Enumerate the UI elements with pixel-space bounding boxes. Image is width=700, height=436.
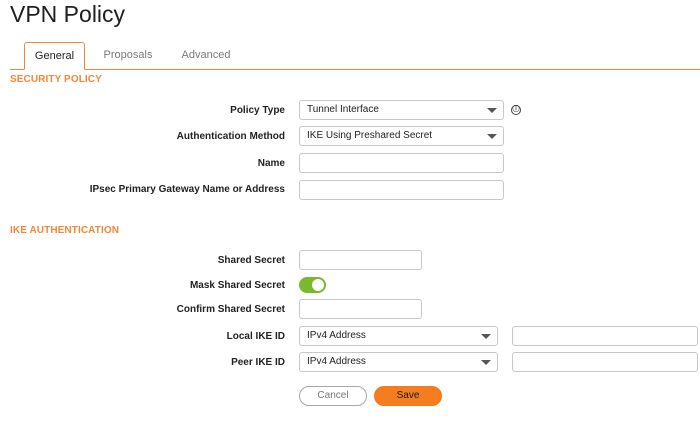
gateway-input[interactable] — [299, 180, 504, 200]
peer-ike-id-type-value: IPv4 Address — [307, 356, 366, 367]
tab-advanced[interactable]: Advanced — [176, 42, 236, 70]
auth-method-select[interactable]: IKE Using Preshared Secret — [299, 126, 504, 146]
tab-bar: General Proposals Advanced — [0, 42, 700, 70]
local-ike-id-type-value: IPv4 Address — [307, 330, 366, 341]
policy-type-select[interactable]: Tunnel Interface — [299, 100, 504, 120]
save-button[interactable]: Save — [374, 386, 442, 406]
local-ike-id-label: Local IKE ID — [226, 331, 285, 342]
confirm-secret-input[interactable] — [299, 299, 422, 319]
gateway-label: IPsec Primary Gateway Name or Address — [89, 184, 285, 195]
chevron-down-icon — [487, 108, 497, 113]
toggle-knob — [312, 279, 324, 291]
peer-ike-id-input[interactable] — [512, 352, 698, 372]
chevron-down-icon — [481, 334, 491, 339]
section-ike-authentication: IKE AUTHENTICATION — [10, 225, 120, 236]
shared-secret-label: Shared Secret — [217, 255, 285, 266]
local-ike-id-type-select[interactable]: IPv4 Address — [299, 326, 498, 346]
tab-general[interactable]: General — [24, 42, 85, 70]
shared-secret-input[interactable] — [299, 250, 422, 270]
tab-proposals[interactable]: Proposals — [98, 42, 158, 70]
info-icon[interactable]: ⓘ — [511, 105, 521, 115]
policy-type-value: Tunnel Interface — [307, 104, 379, 115]
mask-shared-secret-toggle[interactable] — [299, 277, 326, 293]
mask-shared-secret-label: Mask Shared Secret — [189, 280, 285, 291]
name-input[interactable] — [299, 153, 504, 173]
local-ike-id-input[interactable] — [512, 326, 698, 346]
peer-ike-id-type-select[interactable]: IPv4 Address — [299, 352, 498, 372]
confirm-secret-label: Confirm Shared Secret — [176, 304, 285, 315]
auth-method-value: IKE Using Preshared Secret — [307, 130, 433, 141]
peer-ike-id-label: Peer IKE ID — [231, 357, 285, 368]
name-label: Name — [257, 158, 285, 169]
policy-type-label: Policy Type — [230, 105, 285, 116]
page-title: VPN Policy — [10, 1, 126, 27]
cancel-button[interactable]: Cancel — [299, 386, 367, 406]
chevron-down-icon — [481, 360, 491, 365]
section-security-policy: SECURITY POLICY — [10, 74, 102, 85]
chevron-down-icon — [487, 134, 497, 139]
auth-method-label: Authentication Method — [176, 131, 285, 142]
